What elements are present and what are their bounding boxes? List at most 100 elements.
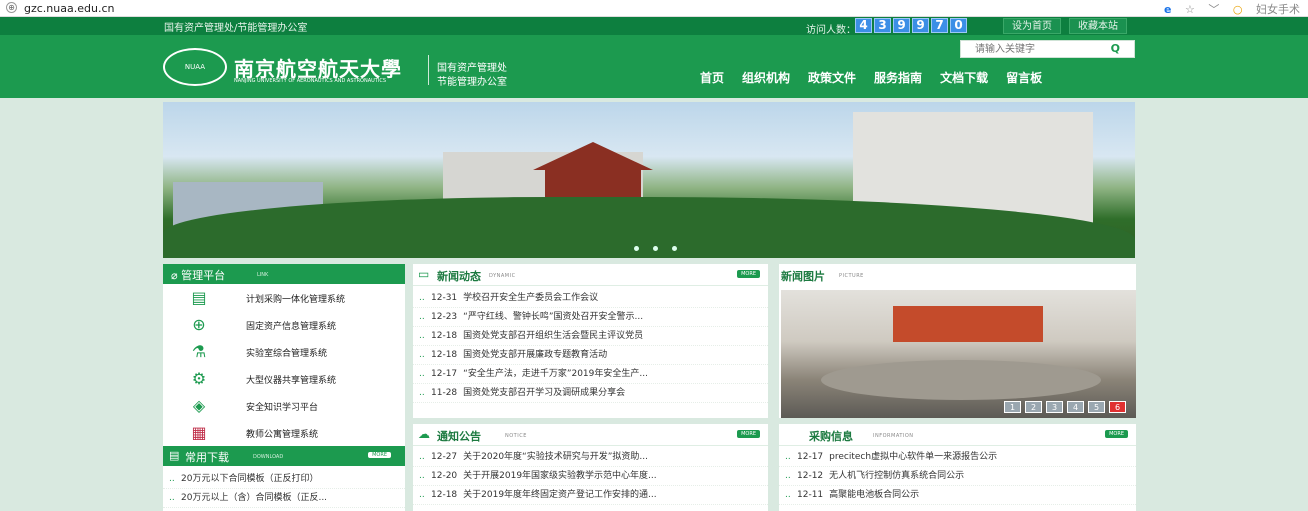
list-item[interactable]: 12-17 precitech虚拟中心软件单一来源报告公示 [779,448,1136,467]
dept-name-line1: 国有资产管理处 [437,63,507,74]
system-label[interactable]: 大型仪器共享管理系统 [246,373,336,386]
carousel-dot[interactable] [653,246,658,251]
news-link[interactable]: “安全生产法，走进千万家”2019年安全生产... [463,369,648,379]
university-seal-logo[interactable]: NUAA [163,48,227,86]
purchase-header: 采购信息 INFORMATION MORE [779,424,1136,446]
photo-page[interactable]: 1 [1004,401,1021,413]
list-item[interactable]: 12-18 国资处党支部召开组织生活会暨民主评议党员 [413,327,768,346]
logo-divider [428,55,429,85]
purchase-date: 12-11 [797,490,824,500]
list-item[interactable]: 12-18 关于2019年度年终固定资产登记工作安排的通... [413,486,768,505]
notice-date: 12-20 [431,471,458,481]
notice-title: 通知公告 [437,430,481,443]
photo-page[interactable]: 4 [1067,401,1084,413]
system-label[interactable]: 教师公寓管理系统 [246,427,318,440]
nav-home[interactable]: 首页 [700,69,724,86]
system-link[interactable]: ▦ 教师公寓管理系统 [163,421,405,443]
purchase-link[interactable]: precitech虚拟中心软件单一来源报告公示 [829,452,997,462]
dept-name-line2: 节能管理办公室 [437,77,507,88]
news-link[interactable]: 国资处党支部召开学习及调研成果分享会 [463,388,625,398]
nav-organization[interactable]: 组织机构 [742,69,790,86]
purchase-link[interactable]: 无人机飞行控制仿真系统合同公示 [829,471,964,481]
banner-carousel[interactable] [163,102,1135,258]
system-link[interactable]: ▤ 计划采购一体化管理系统 [163,286,405,313]
news-link[interactable]: “严守红线、警钟长鸣”国资处召开安全警示... [463,312,643,322]
photos-header: 新闻图片 PICTURE [779,264,1136,286]
list-item[interactable]: 12-12 无人机飞行控制仿真系统合同公示 [779,467,1136,486]
news-icon: ▭ [418,267,430,281]
system-label[interactable]: 计划采购一体化管理系统 [246,292,345,305]
visit-label: 访问人数： [806,25,856,36]
mgmt-title-en: LINK [257,272,269,278]
news-date: 12-18 [431,331,458,341]
browser-address-bar: ⊕ gzc.nuaa.edu.cn e ☆ ﹀ ○ 妇女手术 [0,0,1308,17]
star-icon[interactable]: ☆ [1185,3,1195,16]
notice-header: ☁ 通知公告 NOTICE MORE [413,424,768,446]
photo-page[interactable]: 5 [1088,401,1105,413]
downloads-title: 常用下载 [185,451,229,464]
system-label[interactable]: 实验室综合管理系统 [246,346,327,359]
carousel-dot[interactable] [672,246,677,251]
cloud-icon: ☁ [418,427,430,441]
system-link[interactable]: ◈ 安全知识学习平台 [163,394,405,421]
notice-link[interactable]: 关于2019年度年终固定资产登记工作安排的通... [463,490,657,500]
notice-title-en: NOTICE [505,433,527,439]
carousel-dot[interactable] [634,246,639,251]
system-label[interactable]: 固定资产信息管理系统 [246,319,336,332]
photo-page-active[interactable]: 6 [1109,401,1126,413]
more-button[interactable]: MORE [368,452,391,458]
university-name-en: NANJING UNIVERSITY OF AERONAUTICS AND AS… [234,78,386,84]
news-header: ▭ 新闻动态 DYNAMIC MORE [413,264,768,286]
list-item[interactable]: 12-20 关于开展2019年国家级实验教学示范中心年度... [413,467,768,486]
news-date: 12-31 [431,293,458,303]
list-item[interactable]: 20万元以上（含）合同模板（正反... [163,489,405,508]
counter-digit: 9 [893,18,910,33]
counter-digit: 3 [874,18,891,33]
bookmark-button[interactable]: 收藏本站 [1069,18,1127,34]
system-label[interactable]: 安全知识学习平台 [246,400,318,413]
system-link[interactable]: ⚗ 实验室综合管理系统 [163,340,405,367]
nav-message-board[interactable]: 留言板 [1006,69,1042,86]
ie-icon[interactable]: e [1164,3,1171,16]
notice-link[interactable]: 关于2020年度“实验技术研究与开发”拟资助... [463,452,648,462]
purchase-link[interactable]: 高聚能电池板合同公示 [829,490,919,500]
list-item[interactable]: 12-27 关于2020年度“实验技术研究与开发”拟资助... [413,448,768,467]
list-item[interactable]: 12-23 “严守红线、警钟长鸣”国资处召开安全警示... [413,308,768,327]
list-item[interactable]: 12-18 国资处党支部开展廉政专题教育活动 [413,346,768,365]
notice-date: 12-18 [431,490,458,500]
extension-icon[interactable]: ○ [1233,3,1243,16]
news-date: 12-17 [431,369,458,379]
set-home-button[interactable]: 设为首页 [1003,18,1061,34]
photo-page[interactable]: 2 [1025,401,1042,413]
news-photo[interactable]: 1 2 3 4 5 6 [781,290,1136,418]
chevron-down-icon[interactable]: ﹀ [1208,3,1219,16]
download-link[interactable]: 20万元以下合同模板（正反打印） [181,474,318,484]
nav-policy[interactable]: 政策文件 [808,69,856,86]
list-item[interactable]: 20万元以下合同模板（正反打印） [163,470,405,489]
list-item[interactable]: 12-31 学校召开安全生产委员会工作会议 [413,289,768,308]
extension-label[interactable]: 妇女手术 [1256,3,1300,16]
notice-link[interactable]: 关于开展2019年国家级实验教学示范中心年度... [463,471,657,481]
system-link[interactable]: ⊕ 固定资产信息管理系统 [163,313,405,340]
news-link[interactable]: 国资处党支部开展廉政专题教育活动 [463,350,607,360]
more-button[interactable]: MORE [737,430,760,438]
nav-downloads[interactable]: 文档下载 [940,69,988,86]
news-link[interactable]: 国资处党支部召开组织生活会暨民主评议党员 [463,331,643,341]
download-link[interactable]: 20万元以上（含）合同模板（正反... [181,493,327,503]
more-button[interactable]: MORE [737,270,760,278]
search-input[interactable] [961,41,1101,57]
url-text[interactable]: gzc.nuaa.edu.cn [24,2,114,15]
news-link[interactable]: 学校召开安全生产委员会工作会议 [463,293,598,303]
nav-service-guide[interactable]: 服务指南 [874,69,922,86]
globe-icon[interactable]: ⊕ [6,2,17,13]
photo-page[interactable]: 3 [1046,401,1063,413]
search-icon[interactable]: Q [1111,42,1120,55]
list-item[interactable]: 12-11 高聚能电池板合同公示 [779,486,1136,505]
list-item[interactable]: 11-28 国资处党支部召开学习及调研成果分享会 [413,384,768,403]
instrument-icon: ⚙ [191,369,207,388]
list-item[interactable]: 12-17 “安全生产法，走进千万家”2019年安全生产... [413,365,768,384]
system-link[interactable]: ⚙ 大型仪器共享管理系统 [163,367,405,394]
more-button[interactable]: MORE [1105,430,1128,438]
mgmt-header: ⌀ 管理平台 LINK [163,264,405,284]
purchase-list: 12-17 precitech虚拟中心软件单一来源报告公示 12-12 无人机飞行控… [779,448,1136,505]
